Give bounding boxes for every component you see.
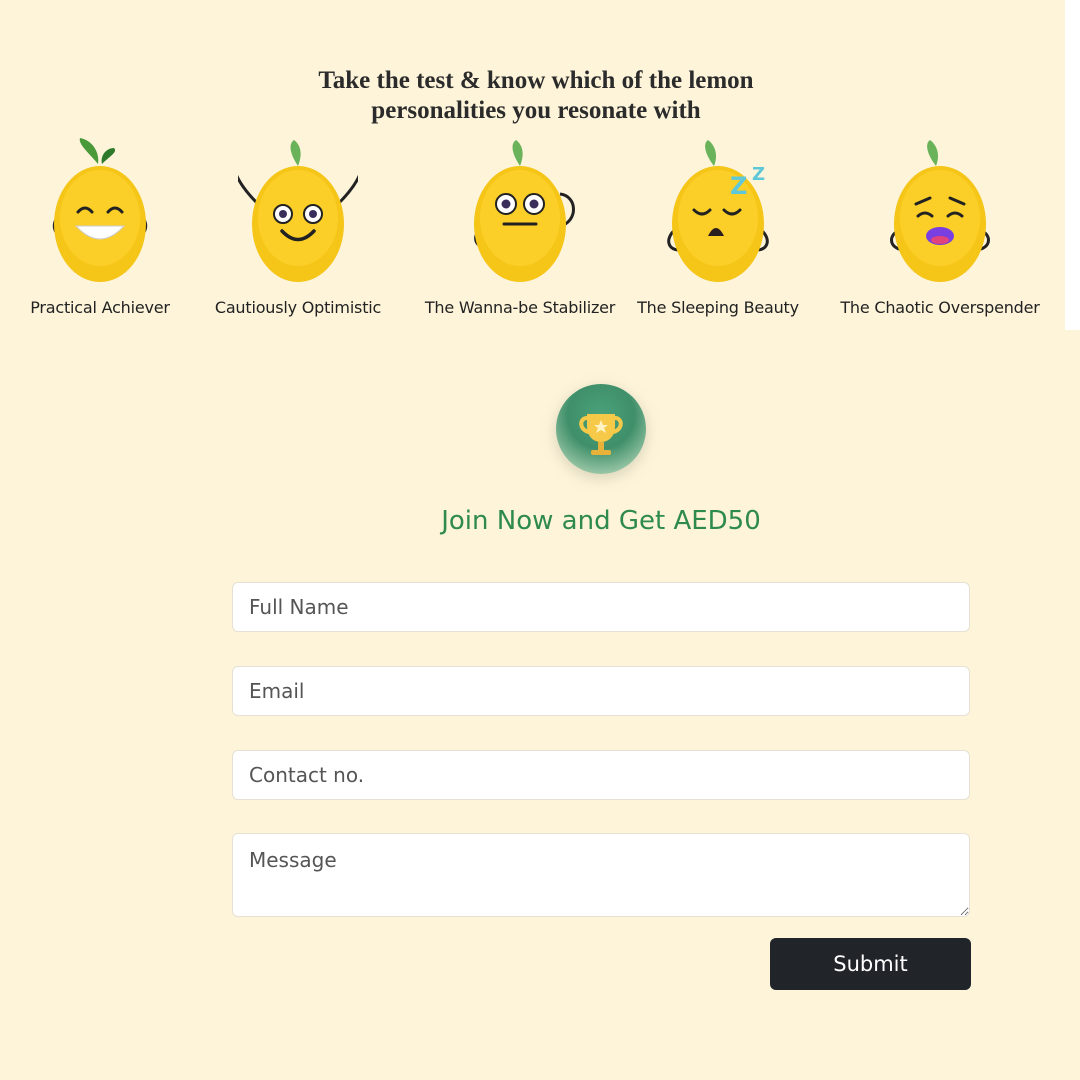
personality-label: The Sleeping Beauty (637, 298, 799, 317)
sleeping-lemon-icon: Z Z (667, 140, 769, 282)
submit-button[interactable]: Submit (770, 938, 971, 990)
message-field[interactable] (232, 833, 970, 917)
worried-lemon-icon (890, 140, 990, 282)
personality-practical-achiever: Practical Achiever (0, 134, 200, 334)
banner-edge (1065, 0, 1080, 330)
neutral-lemon-icon (474, 140, 575, 282)
personality-chaotic-overspender: The Chaotic Overspender (840, 134, 1040, 334)
headline-line-2: personalities you resonate with (371, 97, 701, 124)
contact-field[interactable] (232, 750, 970, 800)
personality-label: Cautiously Optimistic (214, 298, 382, 317)
grinning-lemon-icon (52, 138, 148, 282)
svg-text:Z: Z (730, 172, 747, 200)
form-title: Join Now and Get AED50 (441, 506, 761, 536)
full-name-field[interactable] (232, 582, 970, 632)
personality-label: The Chaotic Overspender (840, 298, 1040, 317)
svg-text:Z: Z (752, 164, 765, 185)
trophy-badge (556, 384, 646, 474)
trophy-icon (579, 414, 623, 455)
headline-line-1: Take the test & know which of the lemon (318, 67, 754, 94)
email-field[interactable] (232, 666, 970, 716)
personality-wanna-be-stabilizer: The Wanna-be Stabilizer (420, 134, 620, 334)
smiling-lemon-icon (238, 140, 358, 282)
page-headline: Take the test & know which of the lemon … (0, 66, 1072, 126)
personality-sleeping-beauty: Z Z The Sleeping Beauty (618, 134, 818, 334)
personality-cautiously-optimistic: Cautiously Optimistic (198, 134, 398, 334)
